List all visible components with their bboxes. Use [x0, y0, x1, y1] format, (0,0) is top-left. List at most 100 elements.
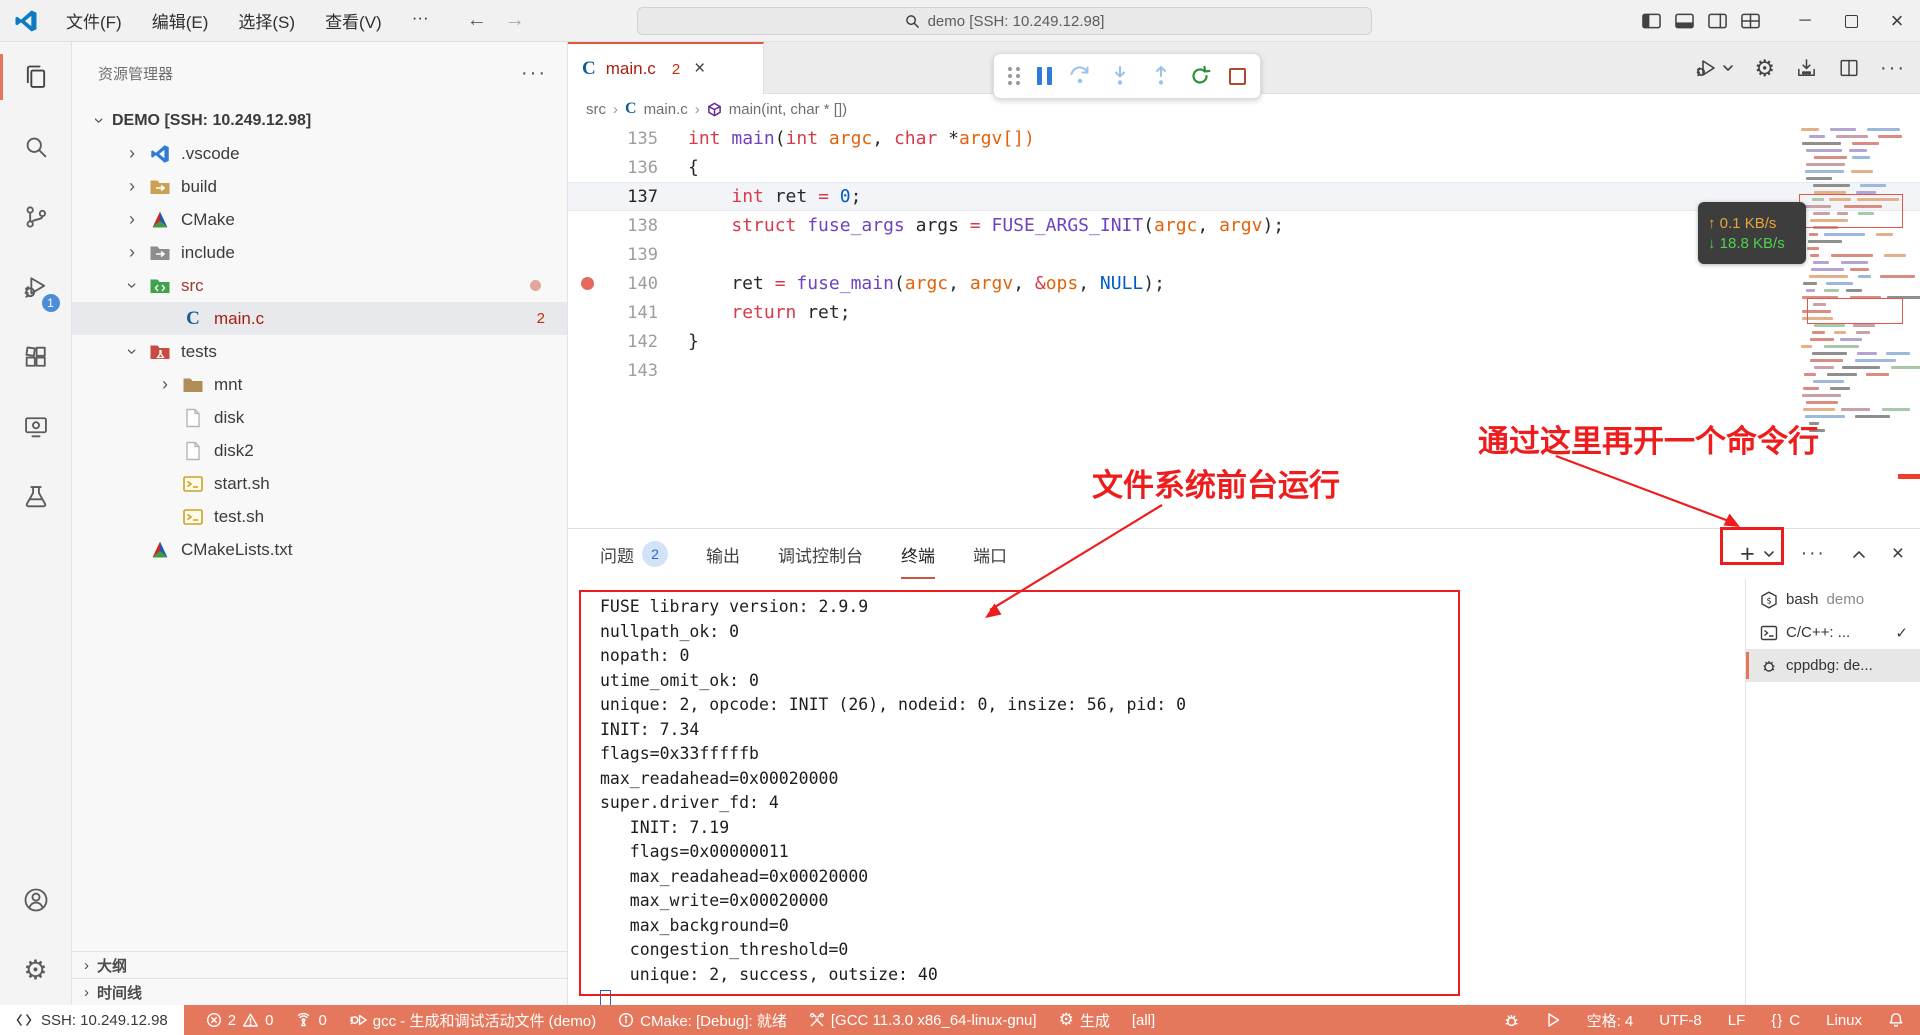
debug-run-button[interactable]: [1694, 56, 1734, 80]
code-line-140[interactable]: 140 ret = fuse_main(argc, argv, &ops, NU…: [568, 269, 1920, 298]
panel-tab-端口[interactable]: 端口: [973, 529, 1007, 579]
terminal-list-item-bash[interactable]: $bashdemo: [1746, 583, 1920, 616]
code-line-142[interactable]: 142}: [568, 327, 1920, 356]
tree-item-disk[interactable]: disk: [72, 401, 567, 434]
cmake-status[interactable]: CMake: [Debug]: 就绪: [618, 1010, 787, 1031]
tree-item-disk2[interactable]: disk2: [72, 434, 567, 467]
toggle-panel-icon[interactable]: [1675, 13, 1694, 29]
code-line-143[interactable]: 143: [568, 356, 1920, 385]
code-line-141[interactable]: 141 return ret;: [568, 298, 1920, 327]
activity-extensions[interactable]: [0, 322, 72, 392]
step-over-button[interactable]: [1068, 64, 1092, 88]
maximize-button[interactable]: [1828, 0, 1874, 42]
code-line-136[interactable]: 136{: [568, 153, 1920, 182]
cmake-build-button[interactable]: ⚙ 生成: [1059, 1010, 1110, 1031]
activity-explorer[interactable]: [0, 42, 72, 112]
pause-button[interactable]: [1037, 67, 1052, 85]
terminal-output[interactable]: FUSE library version: 2.9.9nullpath_ok: …: [568, 579, 1745, 1005]
stop-button[interactable]: [1229, 68, 1246, 85]
file-tree: ›DEMO [SSH: 10.249.12.98]›.vscode›build›…: [72, 90, 567, 566]
tree-item-cmake[interactable]: ›CMake: [72, 203, 567, 236]
beaker-icon: [22, 483, 50, 511]
command-center-search[interactable]: demo [SSH: 10.249.12.98]: [637, 7, 1372, 35]
install-icon[interactable]: [1795, 57, 1818, 80]
gear-icon[interactable]: ⚙: [1754, 55, 1775, 82]
tree-item-cmakelists.txt[interactable]: CMakeLists.txt: [72, 533, 567, 566]
step-into-button[interactable]: [1108, 64, 1132, 88]
terminal-list-item-c-c-[interactable]: C/C++: ...✓: [1746, 616, 1920, 649]
editor-more-button[interactable]: ···: [1880, 57, 1906, 80]
os-status[interactable]: Linux: [1826, 1012, 1862, 1029]
notifications-bell[interactable]: [1888, 1012, 1904, 1028]
tree-item-main.c[interactable]: Cmain.c2: [72, 302, 567, 335]
debug-launch-status[interactable]: gcc - 生成和调试活动文件 (demo): [349, 1010, 596, 1031]
tree-item-mnt[interactable]: ›mnt: [72, 368, 567, 401]
tree-item-start.sh[interactable]: start.sh: [72, 467, 567, 500]
tree-item-build[interactable]: ›build: [72, 170, 567, 203]
tree-item-demo-ssh-10.249.12.98-[interactable]: ›DEMO [SSH: 10.249.12.98]: [72, 104, 567, 137]
tree-item-test.sh[interactable]: test.sh: [72, 500, 567, 533]
tree-item-src[interactable]: ›src: [72, 269, 567, 302]
language-status[interactable]: {}C: [1771, 1012, 1800, 1029]
ports-status[interactable]: 0: [295, 1012, 326, 1029]
run-task-button[interactable]: [1546, 1012, 1561, 1028]
timeline-section[interactable]: ›时间线: [72, 978, 567, 1005]
bell-icon: [1888, 1012, 1904, 1028]
cmake-kit-status[interactable]: [GCC 11.3.0 x86_64-linux-gnu]: [809, 1012, 1037, 1029]
tab-close-icon[interactable]: ×: [694, 58, 705, 80]
tree-item-tests[interactable]: ›tests: [72, 335, 567, 368]
new-terminal-button[interactable]: +: [1740, 542, 1775, 567]
activity-run-debug[interactable]: 1: [0, 252, 72, 322]
modified-dot: [530, 280, 541, 291]
menu-more[interactable]: ···: [400, 4, 441, 37]
split-editor-icon[interactable]: [1838, 57, 1860, 79]
menu-selection[interactable]: 选择(S): [226, 4, 307, 37]
restart-button[interactable]: [1189, 64, 1213, 88]
eol-status[interactable]: LF: [1728, 1012, 1746, 1029]
close-panel-icon[interactable]: ×: [1892, 542, 1904, 566]
build-target-status[interactable]: [all]: [1132, 1012, 1155, 1029]
folder-src-icon: [145, 276, 175, 296]
remote-indicator[interactable]: SSH: 10.249.12.98: [0, 1005, 184, 1035]
panel-tab-终端[interactable]: 终端: [901, 529, 935, 579]
tab-main.c[interactable]: C main.c 2 ×: [568, 42, 764, 94]
folder-mnt-icon: [178, 375, 208, 395]
activity-remote-explorer[interactable]: [0, 392, 72, 462]
panel-tab-问题[interactable]: 问题2: [600, 529, 668, 579]
explorer-more-button[interactable]: ···: [521, 62, 547, 85]
minimap[interactable]: [1797, 128, 1915, 458]
panel-more-button[interactable]: ···: [1801, 543, 1826, 565]
drag-handle-icon[interactable]: [1008, 67, 1021, 85]
terminal-list-item-cppdbg-de-[interactable]: cppdbg: de...: [1746, 649, 1920, 682]
nav-back-button[interactable]: ←: [467, 9, 487, 32]
panel-tab-输出[interactable]: 输出: [706, 529, 740, 579]
activity-source-control[interactable]: [0, 182, 72, 252]
settings-button[interactable]: ⚙: [0, 935, 72, 1005]
menu-file[interactable]: 文件(F): [54, 4, 134, 37]
tree-item-.vscode[interactable]: ›.vscode: [72, 137, 567, 170]
title-bar: 文件(F) 编辑(E) 选择(S) 查看(V) ··· ← → demo [SS…: [0, 0, 1920, 42]
toggle-secondary-sidebar-icon[interactable]: [1708, 13, 1727, 29]
problems-status[interactable]: 2 0: [206, 1012, 274, 1029]
toggle-sidebar-icon[interactable]: [1642, 13, 1661, 29]
code-line-135[interactable]: 135int main(int argc, char *argv[]): [568, 124, 1920, 153]
activity-testing[interactable]: [0, 462, 72, 532]
account-button[interactable]: [0, 865, 72, 935]
menu-edit[interactable]: 编辑(E): [140, 4, 221, 37]
nav-forward-button[interactable]: →: [505, 9, 525, 32]
debug-bug-button[interactable]: [1503, 1012, 1520, 1029]
minimize-button[interactable]: ─: [1782, 0, 1828, 42]
maximize-panel-icon[interactable]: [1852, 549, 1866, 559]
shell-icon: [178, 475, 208, 493]
tree-item-include[interactable]: ›include: [72, 236, 567, 269]
menu-view[interactable]: 查看(V): [313, 4, 394, 37]
activity-search[interactable]: [0, 112, 72, 182]
panel-tab-调试控制台[interactable]: 调试控制台: [778, 529, 863, 579]
customize-layout-icon[interactable]: [1741, 13, 1760, 29]
step-out-button[interactable]: [1149, 64, 1173, 88]
terminal-line: flags=0x33fffffb: [600, 744, 1745, 769]
encoding-status[interactable]: UTF-8: [1659, 1012, 1702, 1029]
outline-section[interactable]: ›大纲: [72, 951, 567, 978]
close-button[interactable]: ×: [1874, 0, 1920, 42]
indentation-status[interactable]: 空格: 4: [1587, 1010, 1634, 1031]
